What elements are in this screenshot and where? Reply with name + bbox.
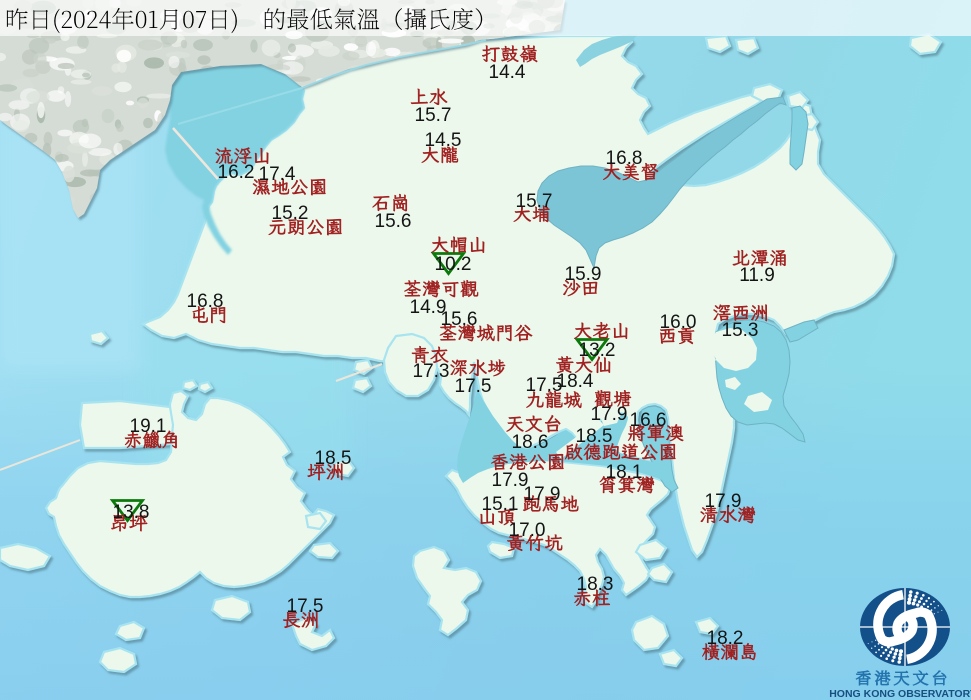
svg-text:16.2: 16.2: [218, 162, 255, 183]
svg-text:17.5: 17.5: [287, 596, 324, 617]
svg-text:17.9: 17.9: [591, 404, 628, 425]
svg-text:15.9: 15.9: [565, 264, 602, 285]
svg-text:14.5: 14.5: [425, 130, 462, 151]
svg-text:17.9: 17.9: [705, 491, 742, 512]
svg-text:18.5: 18.5: [576, 426, 613, 447]
svg-text:18.5: 18.5: [315, 448, 352, 469]
svg-text:17.4: 17.4: [259, 164, 296, 185]
svg-text:HONG KONG OBSERVATORY: HONG KONG OBSERVATORY: [829, 688, 971, 700]
svg-text:15.3: 15.3: [722, 320, 759, 341]
svg-text:15.6: 15.6: [375, 211, 412, 232]
svg-text:19.1: 19.1: [130, 416, 167, 437]
svg-text:13.2: 13.2: [579, 340, 616, 361]
svg-text:17.9: 17.9: [524, 484, 561, 505]
svg-text:18.3: 18.3: [577, 574, 614, 595]
svg-text:15.6: 15.6: [441, 309, 478, 330]
svg-text:10.2: 10.2: [435, 254, 472, 275]
svg-text:18.6: 18.6: [512, 432, 549, 453]
svg-text:15.7: 15.7: [516, 191, 553, 212]
svg-text:16.8: 16.8: [187, 291, 224, 312]
svg-text:18.1: 18.1: [606, 462, 643, 483]
svg-text:17.5: 17.5: [526, 375, 563, 396]
svg-text:17.0: 17.0: [509, 520, 546, 541]
svg-text:16.0: 16.0: [660, 312, 697, 333]
svg-text:15.1: 15.1: [482, 494, 519, 515]
svg-text:17.3: 17.3: [413, 361, 450, 382]
svg-text:17.5: 17.5: [455, 376, 492, 397]
svg-text:18.2: 18.2: [707, 628, 744, 649]
svg-text:14.4: 14.4: [489, 62, 526, 83]
svg-text:15.2: 15.2: [272, 203, 309, 224]
svg-text:16.8: 16.8: [606, 148, 643, 169]
svg-text:15.7: 15.7: [415, 105, 452, 126]
svg-text:16.6: 16.6: [630, 410, 667, 431]
svg-text:13.8: 13.8: [113, 502, 150, 523]
svg-text:11.9: 11.9: [739, 265, 775, 286]
